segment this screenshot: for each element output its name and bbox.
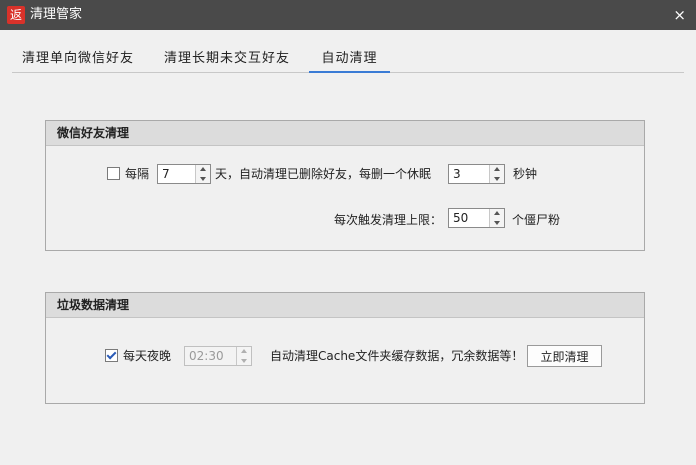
junk-description: 自动清理Cache文件夹缓存数据，冗余数据等！ [270,349,524,363]
limit-spinner[interactable] [448,208,505,228]
spin-buttons [489,209,504,227]
sleep-seconds-spinner[interactable] [448,164,505,184]
interval-checkbox[interactable] [107,167,120,180]
spin-down-icon[interactable] [490,174,504,183]
interval-days-spinner[interactable] [157,164,211,184]
interval-label: 每隔 [125,167,150,181]
clean-now-button[interactable]: 立即清理 [527,345,602,367]
limit-unit-label: 个僵尸粉 [512,213,561,227]
app-window: 返 清理管家 × 清理单向微信好友 清理长期未交互好友 自动清理 微信好友清理 … [0,0,696,465]
limit-input[interactable] [449,209,492,227]
spin-down-icon[interactable] [490,218,504,227]
spin-buttons [489,165,504,183]
interval-days-input[interactable] [158,165,198,183]
clean-time-spinner[interactable] [184,346,252,366]
wechat-friend-clean-group: 微信好友清理 每隔 天，自动清理已删除好友，每删一个休眠 秒钟 每次触发清理上限… [45,120,645,251]
sleep-seconds-input[interactable] [449,165,492,183]
title-bar[interactable]: 返 清理管家 × [0,0,696,30]
nightly-checkbox[interactable] [105,349,118,362]
spin-down-icon[interactable] [237,356,251,365]
tab-single-direction-friends[interactable]: 清理单向微信好友 [22,46,134,72]
window-title: 清理管家 [30,7,83,22]
close-icon[interactable]: × [673,0,686,30]
interval-description: 天，自动清理已删除好友，每删一个休眠 [215,167,432,181]
clean-time-input[interactable] [185,347,239,365]
nightly-label: 每天夜晚 [123,349,172,363]
tab-bar: 清理单向微信好友 清理长期未交互好友 自动清理 [12,46,684,73]
spin-down-icon[interactable] [196,174,210,183]
tab-auto-clean[interactable]: 自动清理 [309,46,390,73]
group-title: 垃圾数据清理 [46,293,644,318]
spin-buttons [195,165,210,183]
spin-buttons [236,347,251,365]
group-title: 微信好友清理 [46,121,644,146]
limit-label: 每次触发清理上限： [334,213,443,227]
app-logo-icon: 返 [7,6,25,24]
sleep-unit-label: 秒钟 [513,167,538,181]
junk-data-clean-group: 垃圾数据清理 每天夜晚 自动清理Cache文件夹缓存数据，冗余数据等！ 立即清理 [45,292,645,404]
tab-inactive-friends[interactable]: 清理长期未交互好友 [164,46,290,72]
